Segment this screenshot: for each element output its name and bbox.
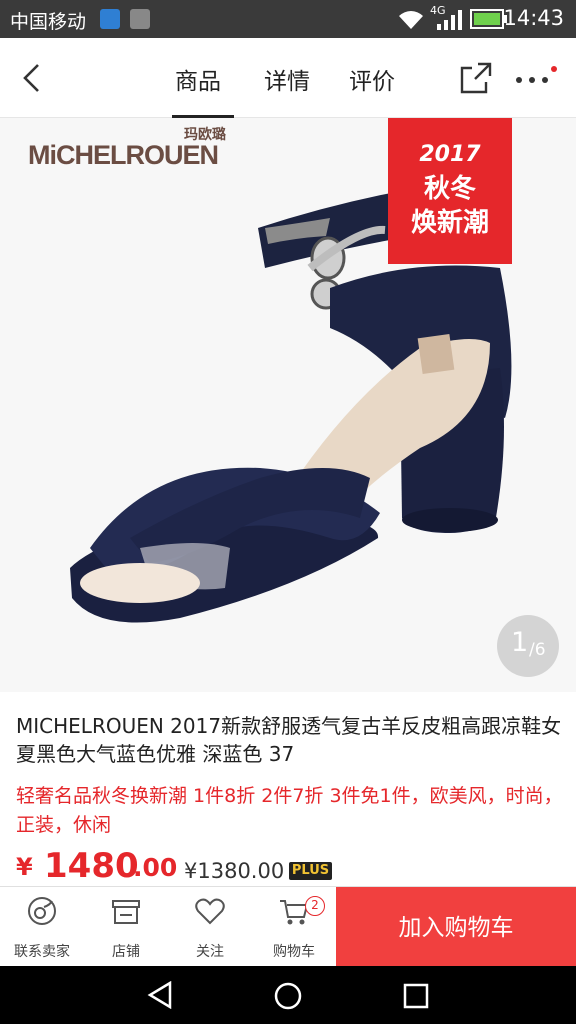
- gallery-icon: [130, 9, 150, 29]
- notification-icon: [100, 9, 120, 29]
- contact-seller-label: 联系卖家: [14, 944, 70, 960]
- bottom-action-bar: 联系卖家 店铺 关注 2 购物车 加入购物车: [0, 886, 576, 967]
- add-to-cart-button[interactable]: 加入购物车: [336, 887, 576, 967]
- top-nav: 商品 详情 评价: [0, 38, 576, 118]
- plus-member-price: ¥1380.00: [184, 859, 285, 883]
- price-main: 1480: [44, 846, 139, 886]
- signal-icon: [437, 10, 462, 30]
- battery-icon: [470, 9, 507, 29]
- promo-tag-year: 2017: [419, 142, 481, 167]
- share-icon[interactable]: [458, 60, 494, 96]
- more-dots-icon[interactable]: [514, 66, 560, 90]
- android-navigation-bar: [0, 966, 576, 1024]
- price-cents: .00: [133, 853, 178, 882]
- store-label: 店铺: [112, 944, 140, 960]
- promo-tag: 2017 秋冬 焕新潮: [388, 118, 512, 264]
- tab-reviews[interactable]: 评价: [349, 62, 395, 96]
- home-circle-icon[interactable]: [273, 981, 303, 1011]
- wifi-icon: [399, 11, 423, 29]
- carrier-label: 中国移动: [10, 11, 87, 33]
- recents-square-icon[interactable]: [402, 982, 430, 1010]
- heart-icon: [195, 898, 225, 925]
- product-title: MICHELROUEN 2017新款舒服透气复古羊反皮粗高跟凉鞋女夏黑色大气蓝色…: [16, 714, 562, 766]
- cart-count-badge: 2: [305, 896, 325, 916]
- follow-button[interactable]: 关注: [168, 887, 252, 967]
- image-page-indicator: 1 /6: [497, 615, 559, 677]
- status-bar: 中国移动 4G 14:43: [0, 0, 576, 38]
- contact-seller-button[interactable]: 联系卖家: [0, 887, 84, 967]
- image-page-total: /6: [529, 640, 546, 660]
- tab-product[interactable]: 商品: [175, 62, 221, 96]
- back-triangle-icon[interactable]: [146, 981, 174, 1009]
- cart-button[interactable]: 2 购物车: [252, 887, 336, 967]
- clock: 14:43: [503, 6, 564, 30]
- store-button[interactable]: 店铺: [84, 887, 168, 967]
- product-image-gallery[interactable]: MiCHELROUEN 玛欧璐 2017 秋冬 焕新潮 1 /6: [0, 118, 576, 692]
- customer-service-icon: [28, 897, 56, 925]
- promo-tag-season: 秋冬: [423, 174, 476, 204]
- promo-tag-slogan: 焕新潮: [410, 208, 489, 238]
- cart-label: 购物车: [273, 944, 315, 960]
- store-icon: [112, 900, 140, 924]
- follow-label: 关注: [196, 944, 224, 960]
- promo-description: 轻奢名品秋冬换新潮 1件8折 2件7折 3件免1件，欧美风，时尚，正装，休闲: [16, 785, 563, 836]
- chevron-left-icon[interactable]: [20, 62, 44, 94]
- cart-icon: [280, 900, 309, 925]
- tab-details[interactable]: 详情: [264, 62, 310, 96]
- price-currency: ¥: [16, 853, 33, 881]
- plus-badge: PLUS: [289, 862, 332, 880]
- image-page-current: 1: [511, 627, 529, 658]
